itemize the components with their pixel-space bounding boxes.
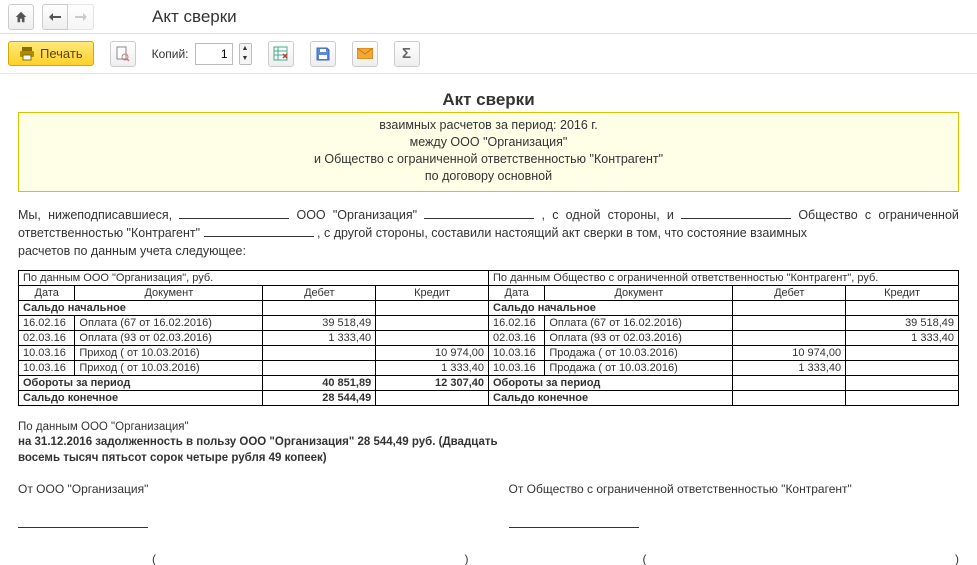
copies-group: Копий: ▲ ▼ [152, 43, 252, 65]
box-line: по договору основной [27, 168, 950, 185]
back-button[interactable] [42, 4, 68, 30]
opening-label: Сальдо начальное [19, 300, 263, 315]
left-section-header: По данным ООО "Организация", руб. [19, 270, 489, 285]
home-button[interactable] [8, 4, 34, 30]
summary-line: По данным ООО "Организация" [18, 420, 959, 436]
page-magnify-icon [116, 46, 130, 62]
col-date: Дата [19, 285, 75, 300]
intro-part: Общество с [798, 208, 871, 222]
sign-line-paren: () [509, 552, 960, 565]
forward-button [68, 4, 94, 30]
from-right: От Общество с ограниченной ответственнос… [509, 482, 960, 496]
arrow-right-icon [75, 12, 87, 22]
sign-line-paren: () [18, 552, 469, 565]
mail-button[interactable] [352, 41, 378, 67]
copies-spinner[interactable]: ▲ ▼ [239, 43, 252, 65]
save-button[interactable] [310, 41, 336, 67]
col-doc: Документ [545, 285, 733, 300]
intro-part: , с другой стороны, составили настоящий … [317, 226, 807, 240]
blank-field [424, 207, 534, 218]
from-left: От ООО "Организация" [18, 482, 469, 496]
sigma-icon: Σ [402, 45, 411, 62]
home-icon [14, 10, 28, 24]
box-line: и Общество с ограниченной ответственност… [27, 151, 950, 168]
blank-field [179, 207, 289, 218]
sign-line [509, 514, 639, 528]
turnover-label: Обороты за период [19, 375, 263, 390]
intro-part: ООО "Организация" [296, 208, 417, 222]
summary-line: на 31.12.2016 задолженность в пользу ООО… [18, 435, 959, 451]
doc-subtitle-box: взаимных расчетов за период: 2016 г. меж… [18, 112, 959, 192]
document-area: Акт сверки взаимных расчетов за период: … [0, 74, 977, 565]
spin-down-icon[interactable]: ▼ [240, 54, 251, 64]
blank-field [204, 225, 314, 236]
col-date: Дата [488, 285, 544, 300]
intro-part: расчетов по данным учета следующее: [18, 242, 959, 260]
print-label: Печать [40, 46, 83, 61]
intro-text: Мы, нижеподписавшиеся, ООО "Организация"… [18, 206, 959, 260]
col-credit: Кредит [846, 285, 959, 300]
preview-button[interactable] [110, 41, 136, 67]
page-title: Акт сверки [152, 7, 237, 27]
table-row: 10.03.16 Приход ( от 10.03.2016) 1 333,4… [19, 360, 959, 375]
col-credit: Кредит [376, 285, 489, 300]
envelope-icon [357, 48, 373, 59]
summary-line: восемь тысяч пятьсот сорок четыре рубля … [18, 451, 959, 467]
closing-label: Сальдо конечное [19, 390, 263, 405]
summary-block: По данным ООО "Организация" на 31.12.201… [18, 420, 959, 467]
table-row: 02.03.16 Оплата (93 от 02.03.2016) 1 333… [19, 330, 959, 345]
blank-field [681, 207, 791, 218]
copies-input[interactable] [195, 43, 233, 65]
sum-button[interactable]: Σ [394, 41, 420, 67]
doc-title: Акт сверки [18, 90, 959, 110]
closing-label: Сальдо конечное [488, 390, 732, 405]
sign-line [18, 514, 148, 528]
turnover-label: Обороты за период [488, 375, 732, 390]
sheet-icon [273, 46, 288, 61]
box-line: между ООО "Организация" [27, 134, 950, 151]
copies-label: Копий: [152, 47, 189, 61]
arrow-left-icon [49, 12, 61, 22]
table-row: 16.02.16 Оплата (67 от 16.02.2016) 39 51… [19, 315, 959, 330]
opening-label: Сальдо начальное [488, 300, 732, 315]
box-line: взаимных расчетов за период: 2016 г. [27, 117, 950, 134]
table-export-button[interactable] [268, 41, 294, 67]
intro-part: Мы, нижеподписавшиеся, [18, 208, 172, 222]
intro-part: , с одной стороны, и [542, 208, 674, 222]
spin-up-icon[interactable]: ▲ [240, 44, 251, 54]
right-section-header: По данным Общество с ограниченной ответс… [488, 270, 958, 285]
reconciliation-table: По данным ООО "Организация", руб. По дан… [18, 270, 959, 406]
printer-icon [19, 47, 35, 61]
table-row: 10.03.16 Приход ( от 10.03.2016) 10 974,… [19, 345, 959, 360]
signatures: От ООО "Организация" () М.П. От Общество… [18, 482, 959, 565]
print-button[interactable]: Печать [8, 41, 94, 66]
col-debit: Дебет [733, 285, 846, 300]
col-debit: Дебет [263, 285, 376, 300]
floppy-icon [316, 47, 330, 61]
col-doc: Документ [75, 285, 263, 300]
